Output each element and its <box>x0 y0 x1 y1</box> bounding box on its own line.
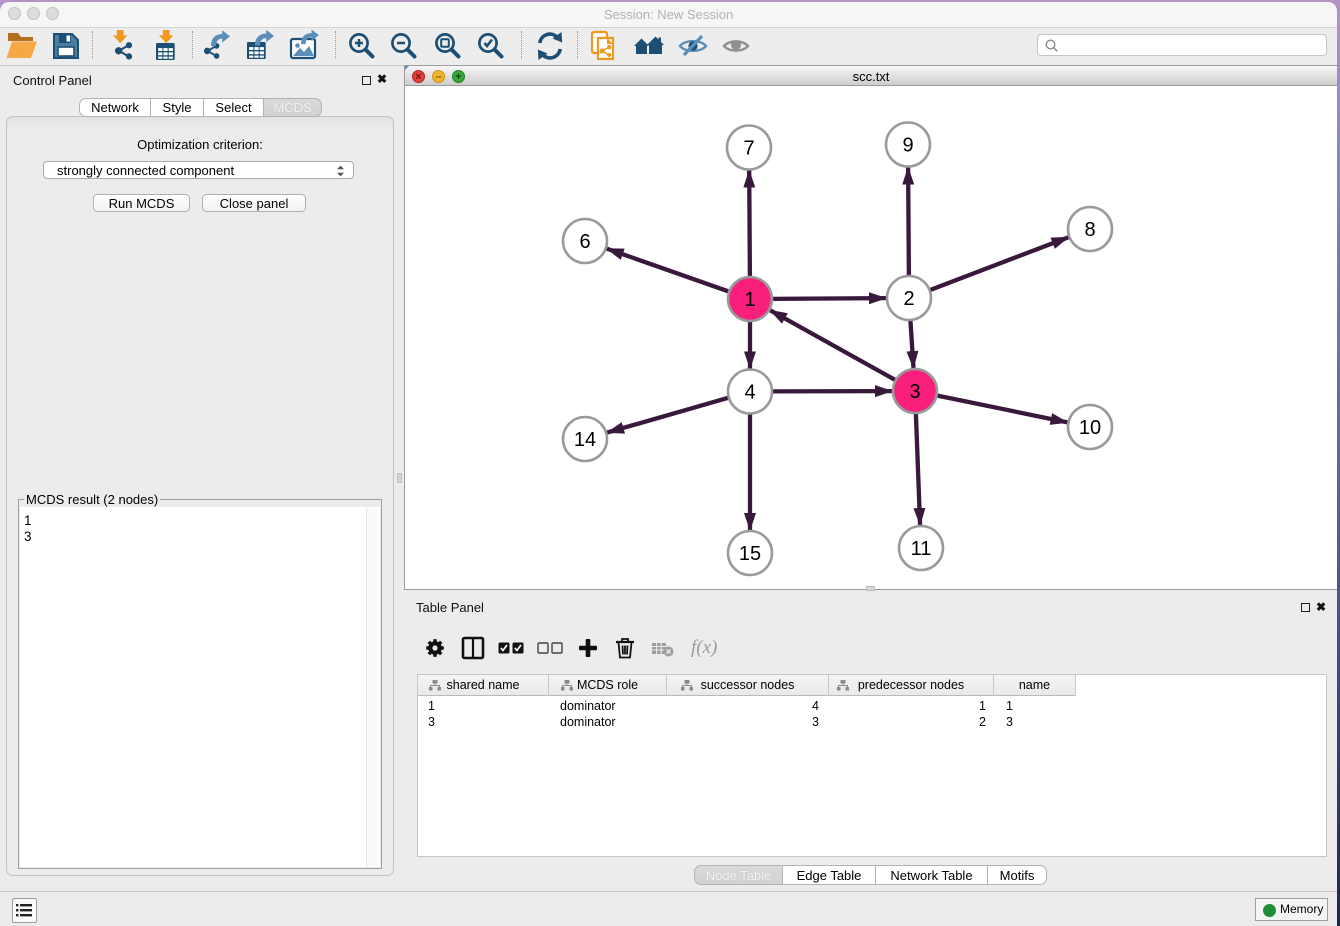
svg-text:11: 11 <box>911 538 932 560</box>
svg-text:6: 6 <box>579 231 590 253</box>
svg-text:1: 1 <box>744 289 755 311</box>
svg-text:15: 15 <box>739 543 761 565</box>
svg-text:2: 2 <box>903 288 914 310</box>
svg-text:3: 3 <box>909 381 920 403</box>
svg-text:7: 7 <box>743 138 754 160</box>
svg-text:9: 9 <box>902 135 913 157</box>
svg-text:8: 8 <box>1084 219 1095 241</box>
svg-text:10: 10 <box>1079 417 1101 439</box>
svg-text:4: 4 <box>744 382 755 404</box>
svg-text:14: 14 <box>574 429 596 451</box>
